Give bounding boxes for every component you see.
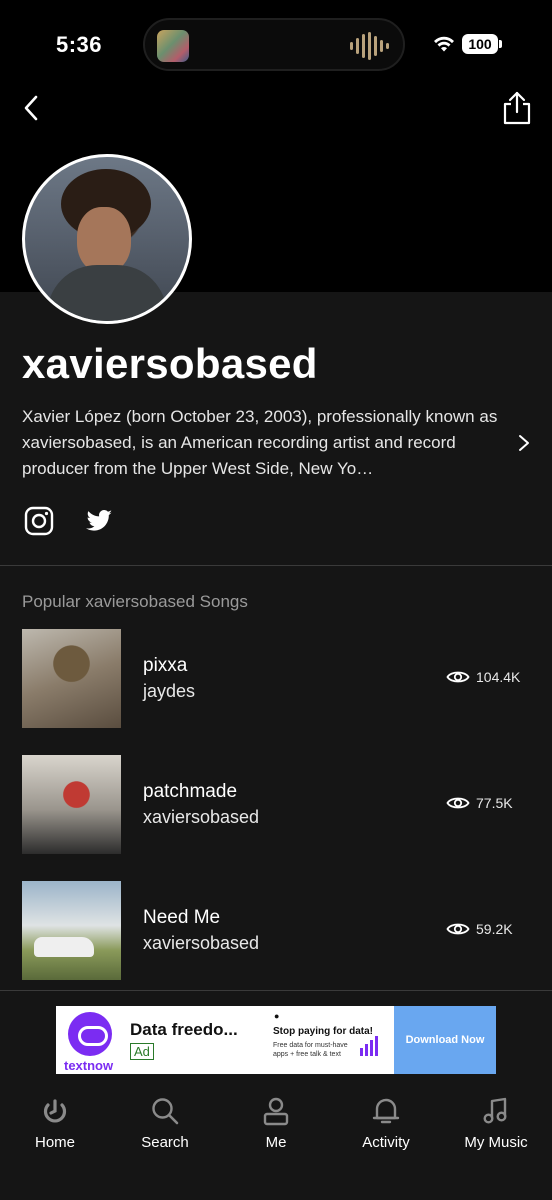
tab-me[interactable]: Me [221, 1088, 331, 1158]
status-bar: 5:36 100 [0, 0, 552, 90]
wifi-icon [434, 36, 454, 52]
eye-icon [446, 797, 470, 809]
battery-indicator: 100 [462, 34, 502, 54]
artist-bio[interactable]: Xavier López (born October 23, 2003), pr… [22, 404, 517, 482]
popular-songs-heading: Popular xaviersobased Songs [22, 592, 248, 611]
tab-home[interactable]: Home [0, 1088, 110, 1158]
audio-waveform-icon [350, 32, 389, 60]
tab-my-music[interactable]: My Music [441, 1088, 551, 1158]
eye-icon [446, 671, 470, 683]
artist-name: xaviersobased [22, 340, 318, 387]
person-icon [263, 1097, 289, 1126]
tab-label: My Music [464, 1134, 528, 1151]
ad-brand: textnow [64, 1058, 114, 1073]
dynamic-island[interactable] [143, 18, 405, 71]
now-playing-artwork [157, 30, 189, 62]
view-count: 104.4K [476, 669, 521, 685]
share-icon[interactable] [502, 90, 532, 126]
instagram-icon[interactable] [24, 506, 54, 536]
tab-label: Me [265, 1134, 287, 1151]
section-divider [0, 990, 552, 991]
song-views: 59.2K [446, 921, 513, 937]
song-title: pixxa [143, 655, 188, 676]
tab-label: Home [34, 1134, 75, 1151]
song-views: 104.4K [446, 669, 520, 685]
chevron-right-icon[interactable] [514, 431, 534, 455]
home-icon [43, 1099, 67, 1123]
song-artwork [22, 755, 121, 854]
ad-badge: Ad [130, 1043, 154, 1060]
song-views: 77.5K [446, 795, 513, 811]
view-count: 77.5K [476, 795, 513, 811]
eye-icon [446, 923, 470, 935]
view-count: 59.2K [476, 921, 513, 937]
section-divider [0, 565, 552, 566]
bottom-tab-bar: Home Search Me Activity My Music [0, 1088, 552, 1200]
music-note-icon [483, 1097, 507, 1124]
song-artist: jaydes [143, 681, 196, 701]
ad-download-button[interactable]: Download Now [394, 1006, 496, 1074]
song-artist: xaviersobased [143, 807, 260, 827]
ad-promo-subtext: Free data for must-have apps + free talk… [273, 1042, 348, 1058]
tab-label: Search [141, 1134, 189, 1151]
ad-banner[interactable]: textnow Data freedo... Ad ● Stop paying … [56, 1006, 496, 1074]
chevron-left-icon[interactable] [18, 92, 50, 124]
textnow-logo: textnow [64, 1012, 116, 1073]
ad-promo-headline: Stop paying for data! [273, 1026, 373, 1037]
artist-avatar [22, 154, 192, 324]
song-artist: xaviersobased [143, 933, 260, 953]
song-row[interactable]: Need Me xaviersobased 59.2K [0, 881, 552, 981]
ad-title: Data freedo... [130, 1020, 238, 1039]
song-title: Need Me [143, 907, 221, 928]
twitter-icon[interactable] [84, 506, 114, 536]
status-time: 5:36 [56, 32, 103, 57]
tab-search[interactable]: Search [110, 1088, 220, 1158]
song-row[interactable]: pixxa jaydes 104.4K [0, 629, 552, 729]
song-title: patchmade [143, 781, 238, 802]
song-artwork [22, 881, 121, 980]
bell-icon [372, 1098, 400, 1124]
textnow-small-icon: ● [274, 1011, 280, 1021]
tab-label: Activity [362, 1134, 410, 1151]
tab-activity[interactable]: Activity [331, 1088, 441, 1158]
song-artwork [22, 629, 121, 728]
signal-bars-icon [360, 1034, 378, 1056]
song-row[interactable]: patchmade xaviersobased 77.5K [0, 755, 552, 855]
search-icon [152, 1098, 179, 1125]
